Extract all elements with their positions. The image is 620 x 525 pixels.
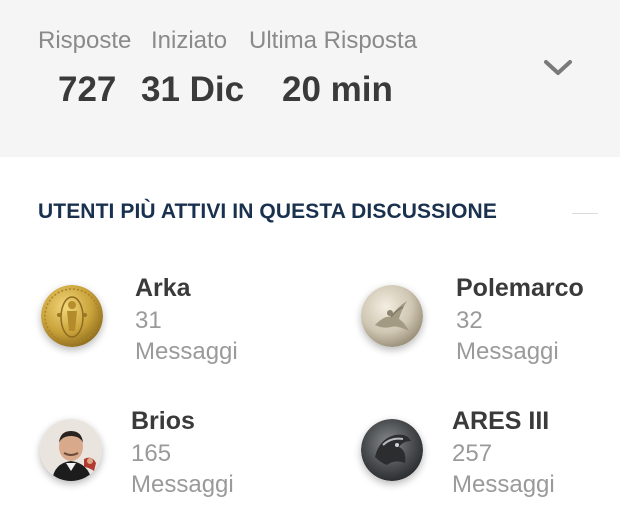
active-user-card: ARES III 257 Messaggi <box>361 407 620 517</box>
post-count: 257 <box>452 440 493 467</box>
user-name[interactable]: Polemarco <box>456 274 584 303</box>
replies-label: Risposte <box>38 27 132 54</box>
gold-coin-avatar-icon <box>41 285 103 347</box>
chevron-down-icon[interactable] <box>542 58 574 78</box>
started-label: Iniziato <box>151 27 228 54</box>
post-count: 31 <box>135 307 162 334</box>
thread-stats-bar[interactable]: Risposte Iniziato Ultima Risposta 727 31… <box>0 0 620 157</box>
avatar[interactable] <box>361 419 423 481</box>
last-reply-label: Ultima Risposta <box>249 27 418 54</box>
user-name[interactable]: ARES III <box>452 407 549 436</box>
user-name[interactable]: Brios <box>131 407 195 436</box>
avatar[interactable] <box>361 285 423 347</box>
avatar[interactable] <box>41 285 103 347</box>
dark-coin-avatar-icon <box>361 419 423 481</box>
divider <box>572 213 598 214</box>
post-count: 32 <box>456 307 483 334</box>
post-count-label: Messaggi <box>131 471 234 498</box>
active-user-card: Brios 165 Messaggi <box>40 407 300 517</box>
started-value: 31 Dic <box>141 70 245 109</box>
user-name[interactable]: Arka <box>135 274 191 303</box>
post-count: 165 <box>131 440 172 467</box>
section-title: UTENTI PIÙ ATTIVI IN QUESTA DISCUSSIONE <box>38 200 497 223</box>
last-reply-value: 20 min <box>282 70 393 109</box>
post-count-label: Messaggi <box>135 338 238 365</box>
photo-avatar-icon <box>40 419 102 481</box>
silver-coin-avatar-icon <box>361 285 423 347</box>
avatar[interactable] <box>40 419 102 481</box>
replies-value: 727 <box>58 70 117 109</box>
post-count-label: Messaggi <box>452 471 555 498</box>
active-user-card: Arka 31 Messaggi <box>41 274 301 384</box>
active-user-card: Polemarco 32 Messaggi <box>361 274 620 384</box>
post-count-label: Messaggi <box>456 338 559 365</box>
